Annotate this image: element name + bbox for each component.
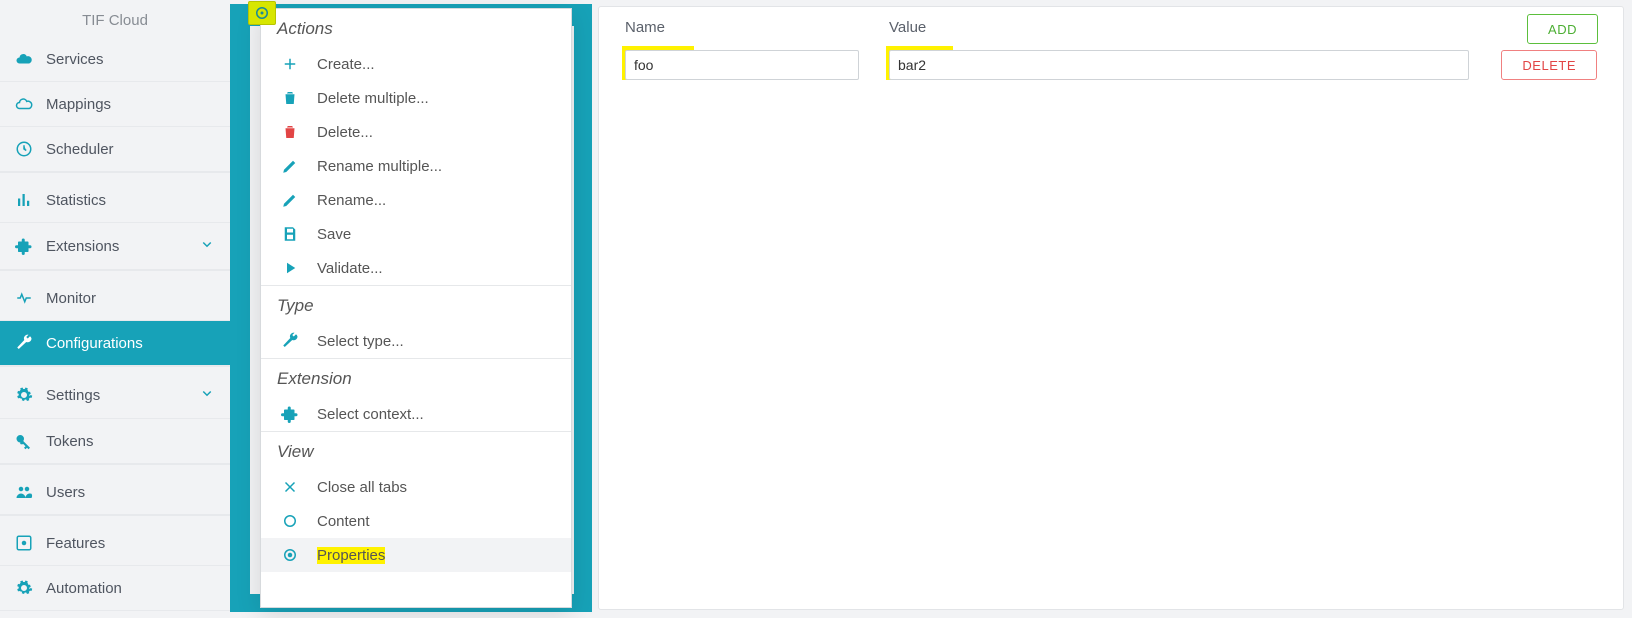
sidebar-item-mappings[interactable]: Mappings	[0, 82, 230, 127]
menu-group-type: Type	[261, 286, 571, 324]
sidebar-item-label: Features	[46, 535, 105, 552]
cloud-outline-icon	[14, 94, 34, 114]
trash-icon	[281, 89, 299, 107]
name-label: Name	[625, 19, 859, 36]
puzzle-icon	[14, 236, 34, 256]
delete-button[interactable]: DELETE	[1501, 50, 1597, 80]
menu-item-delete-multiple[interactable]: Delete multiple...	[261, 81, 571, 115]
sidebar-item-settings[interactable]: Settings	[0, 372, 230, 419]
menu-item-content[interactable]: Content	[261, 504, 571, 538]
chevron-down-icon	[198, 384, 216, 406]
wrench-icon	[281, 332, 299, 350]
sidebar-item-label: Services	[46, 51, 104, 68]
pencil-icon	[281, 157, 299, 175]
menu-item-close-all-tabs[interactable]: Close all tabs	[261, 470, 571, 504]
key-icon	[14, 431, 34, 451]
clock-icon	[14, 139, 34, 159]
menu-item-label: Content	[317, 513, 370, 530]
menu-item-label: Delete...	[317, 124, 373, 141]
menu-item-label: Select context...	[317, 406, 424, 423]
plus-icon	[281, 55, 299, 73]
sidebar-item-statistics[interactable]: Statistics	[0, 178, 230, 223]
properties-editor: Name Value DELETE	[598, 6, 1624, 610]
panel-menu-toggle[interactable]	[248, 1, 276, 25]
value-input[interactable]	[889, 50, 1469, 80]
menu-group-actions: Actions	[261, 9, 571, 47]
radio-off-icon	[281, 512, 299, 530]
target-icon	[253, 4, 271, 22]
menu-item-label: Validate...	[317, 260, 383, 277]
add-button[interactable]: ADD	[1527, 14, 1598, 44]
menu-item-label: Close all tabs	[317, 479, 407, 496]
menu-item-label: Rename multiple...	[317, 158, 442, 175]
sidebar: TIF Cloud Services Mappings Scheduler St…	[0, 0, 230, 618]
sidebar-item-automation[interactable]: Automation	[0, 566, 230, 611]
menu-item-label: Create...	[317, 56, 375, 73]
sidebar-item-configurations[interactable]: Configurations	[0, 321, 230, 366]
menu-item-select-context[interactable]: Select context...	[261, 397, 571, 431]
sidebar-item-label: Tokens	[46, 433, 94, 450]
chevron-down-icon	[198, 235, 216, 257]
menu-group-extension: Extension	[261, 359, 571, 397]
sidebar-item-services[interactable]: Services	[0, 37, 230, 82]
users-icon	[14, 482, 34, 502]
menu-item-properties[interactable]: Properties	[261, 538, 571, 572]
sidebar-item-tokens[interactable]: Tokens	[0, 419, 230, 464]
sidebar-item-label: Monitor	[46, 290, 96, 307]
bars-icon	[14, 190, 34, 210]
pencil-icon	[281, 191, 299, 209]
x-icon	[281, 478, 299, 496]
menu-item-delete[interactable]: Delete...	[261, 115, 571, 149]
sidebar-item-users[interactable]: Users	[0, 470, 230, 515]
sidebar-title: TIF Cloud	[0, 8, 230, 37]
menu-item-create[interactable]: Create...	[261, 47, 571, 81]
value-label: Value	[889, 19, 1469, 36]
cloud-icon	[14, 49, 34, 69]
menu-item-save[interactable]: Save	[261, 217, 571, 251]
sidebar-item-label: Automation	[46, 580, 122, 597]
gear-box-icon	[14, 533, 34, 553]
trash-red-icon	[281, 123, 299, 141]
sidebar-item-label: Extensions	[46, 238, 119, 255]
gear2-icon	[14, 578, 34, 598]
menu-item-select-type[interactable]: Select type...	[261, 324, 571, 358]
radio-on-icon	[281, 546, 299, 564]
name-input[interactable]	[625, 50, 859, 80]
sidebar-item-label: Statistics	[46, 192, 106, 209]
play-icon	[281, 259, 299, 277]
sidebar-item-label: Users	[46, 484, 85, 501]
sidebar-item-label: Configurations	[46, 335, 143, 352]
context-menu: Actions Create... Delete multiple... Del…	[260, 8, 572, 608]
configurations-panel: Configurations Actions Create... Delete …	[230, 4, 592, 618]
menu-item-label: Properties	[317, 547, 385, 564]
puzzle-icon	[281, 405, 299, 423]
menu-item-rename-multiple[interactable]: Rename multiple...	[261, 149, 571, 183]
menu-item-label: Save	[317, 226, 351, 243]
menu-item-validate[interactable]: Validate...	[261, 251, 571, 285]
menu-item-label: Delete multiple...	[317, 90, 429, 107]
sidebar-item-monitor[interactable]: Monitor	[0, 276, 230, 321]
save-icon	[281, 225, 299, 243]
sidebar-item-extensions[interactable]: Extensions	[0, 223, 230, 270]
panel-left-strip	[230, 4, 250, 612]
sidebar-item-label: Mappings	[46, 96, 111, 113]
menu-item-label: Rename...	[317, 192, 386, 209]
menu-group-view: View	[261, 432, 571, 470]
sidebar-item-label: Settings	[46, 387, 100, 404]
menu-item-rename[interactable]: Rename...	[261, 183, 571, 217]
sidebar-item-features[interactable]: Features	[0, 521, 230, 566]
gear-icon	[14, 385, 34, 405]
sidebar-item-scheduler[interactable]: Scheduler	[0, 127, 230, 172]
wrench-icon	[14, 333, 34, 353]
panel-right-strip	[574, 26, 592, 596]
sidebar-item-label: Scheduler	[46, 141, 114, 158]
heartbeat-icon	[14, 288, 34, 308]
menu-item-label: Select type...	[317, 333, 404, 350]
